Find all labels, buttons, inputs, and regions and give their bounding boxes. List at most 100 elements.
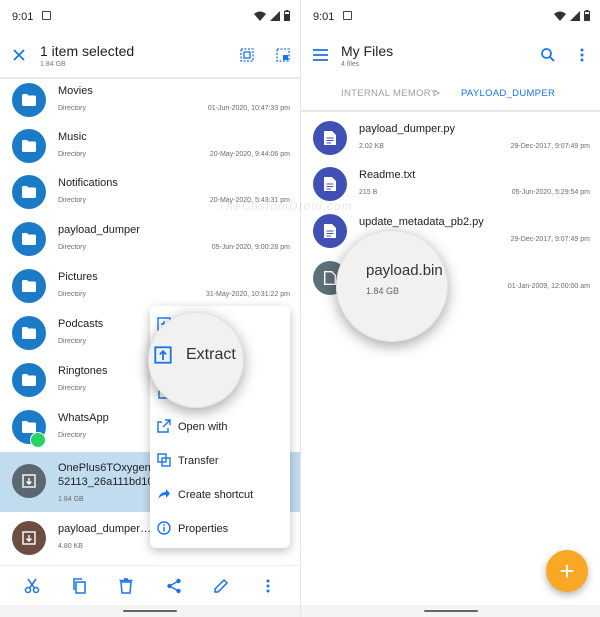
- more-options-button[interactable]: [256, 574, 280, 598]
- copy-button[interactable]: [67, 574, 91, 598]
- list-item[interactable]: Music Directory 20-May-2020, 9:44:06 pm: [0, 122, 300, 168]
- overflow-menu-button[interactable]: [571, 44, 593, 66]
- document-icon: [313, 214, 347, 248]
- folder-icon: [12, 316, 46, 350]
- select-range-button[interactable]: [272, 44, 294, 66]
- status-bar: 9:01: [0, 0, 300, 34]
- gesture-handle[interactable]: [423, 610, 478, 612]
- status-time: 9:01: [313, 11, 335, 23]
- item-size: 1.84 GB: [58, 496, 84, 503]
- list-item[interactable]: Pictures Directory 31-May-2020, 10:31:22…: [0, 262, 300, 308]
- select-range-icon: [276, 48, 290, 62]
- document-icon: [313, 167, 347, 201]
- selection-appbar: 1 item selected 1.84 GB: [0, 34, 300, 78]
- hamburger-icon: [312, 49, 328, 61]
- selection-title: 1 item selected: [40, 43, 135, 59]
- action-toolbar: [0, 565, 300, 605]
- item-date: 29-Dec-2017, 9:07:49 pm: [510, 236, 590, 243]
- file-count: 4 files: [341, 61, 360, 68]
- info-icon: [156, 520, 172, 536]
- item-name: payload_dumper.py: [359, 123, 456, 135]
- item-name: Music: [58, 131, 87, 143]
- transfer-icon: [156, 452, 172, 468]
- item-date: 29-Dec-2017, 9:07:49 pm: [510, 143, 590, 150]
- cut-button[interactable]: [20, 574, 44, 598]
- list-item[interactable]: Movies Directory 01-Jun-2020, 10:47:33 p…: [0, 76, 300, 122]
- item-name: WhatsApp: [58, 412, 109, 424]
- open-with-icon: [156, 418, 172, 434]
- item-size: 4.80 KB: [58, 543, 83, 550]
- battery-icon: [284, 10, 290, 21]
- app-title: My Files: [341, 43, 394, 59]
- list-item[interactable]: update_metadata_pb2.py 29-Dec-2017, 9:07…: [301, 207, 600, 253]
- main-appbar: My Files 4 files: [301, 34, 600, 78]
- item-date: 20-May-2020, 9:44:06 pm: [209, 151, 290, 158]
- add-fab-button[interactable]: +: [546, 550, 588, 592]
- share-button[interactable]: [162, 574, 186, 598]
- menu-item-label: Properties: [178, 523, 229, 535]
- trash-icon: [119, 577, 133, 594]
- search-icon: [541, 48, 555, 62]
- item-type: Directory: [58, 244, 87, 251]
- item-name: Ringtones: [58, 365, 108, 377]
- close-icon: [13, 49, 25, 61]
- menu-item-properties[interactable]: Properties: [150, 512, 290, 546]
- menu-item-create-shortcut[interactable]: Create shortcut: [150, 478, 290, 512]
- signal-icon: [570, 10, 580, 21]
- breadcrumb-current[interactable]: PAYLOAD_DUMPER: [461, 88, 555, 99]
- select-all-button[interactable]: [236, 44, 258, 66]
- close-selection-button[interactable]: [8, 44, 30, 66]
- status-bar: 9:01: [301, 0, 600, 34]
- status-icons: [254, 10, 290, 21]
- breadcrumb-internal-memory[interactable]: INTERNAL MEMORY: [341, 88, 437, 99]
- menu-item-label: Create shortcut: [178, 489, 254, 501]
- folder-icon: [12, 269, 46, 303]
- pencil-icon: [214, 578, 229, 593]
- archive-icon: [12, 464, 46, 498]
- search-button[interactable]: [537, 44, 559, 66]
- plus-icon: +: [559, 556, 575, 586]
- item-name: Movies: [58, 85, 93, 97]
- breadcrumb-divider: [301, 110, 600, 112]
- extract-magnifier: Extract: [148, 312, 244, 408]
- item-name: Readme.txt: [359, 169, 416, 181]
- more-vert-icon: [266, 579, 270, 592]
- menu-item-open-with[interactable]: Open with: [150, 410, 290, 444]
- gesture-bar: [0, 605, 300, 617]
- item-name: Podcasts: [58, 318, 104, 330]
- more-vert-icon: [580, 48, 584, 62]
- item-date: 01-Jun-2020, 10:47:33 pm: [207, 105, 290, 112]
- signal-icon: [270, 10, 280, 21]
- folder-icon: [12, 129, 46, 163]
- item-type: Directory: [58, 385, 87, 392]
- menu-item-label: Transfer: [178, 455, 219, 467]
- item-type: Directory: [58, 105, 87, 112]
- notification-icon: [343, 11, 352, 20]
- item-date: 31-May-2020, 10:31:22 pm: [205, 291, 290, 298]
- battery-icon: [584, 10, 590, 21]
- watermark: TheCustomDroid.com: [218, 199, 353, 213]
- magnified-file-size: 1.84 GB: [366, 286, 400, 296]
- menu-item-transfer[interactable]: Transfer: [150, 444, 290, 478]
- rename-button[interactable]: [209, 574, 233, 598]
- item-type: Directory: [58, 432, 87, 439]
- item-date: 01-Jan-2009, 12:00:00 am: [507, 283, 590, 290]
- wifi-icon: [254, 11, 266, 21]
- menu-button[interactable]: [309, 44, 331, 66]
- item-name: Notifications: [58, 177, 118, 189]
- status-icons: [554, 10, 590, 21]
- item-type: Directory: [58, 338, 87, 345]
- copy-icon: [73, 577, 86, 594]
- delete-button[interactable]: [114, 574, 138, 598]
- list-item[interactable]: payload_dumper Directory 05-Jun-2020, 9:…: [0, 215, 300, 261]
- item-type: Directory: [58, 151, 87, 158]
- document-icon: [313, 121, 347, 155]
- archive-icon: [12, 521, 46, 555]
- item-size: 215 B: [359, 189, 378, 196]
- menu-item-label: Open with: [178, 421, 228, 433]
- item-type: Directory: [58, 291, 87, 298]
- item-date: 05-Jun-2020, 5:29:54 pm: [511, 189, 590, 196]
- gesture-handle[interactable]: [123, 610, 177, 612]
- list-item[interactable]: payload_dumper.py 2.02 KB 29-Dec-2017, 9…: [301, 114, 600, 160]
- magnified-extract-label: Extract: [186, 346, 236, 363]
